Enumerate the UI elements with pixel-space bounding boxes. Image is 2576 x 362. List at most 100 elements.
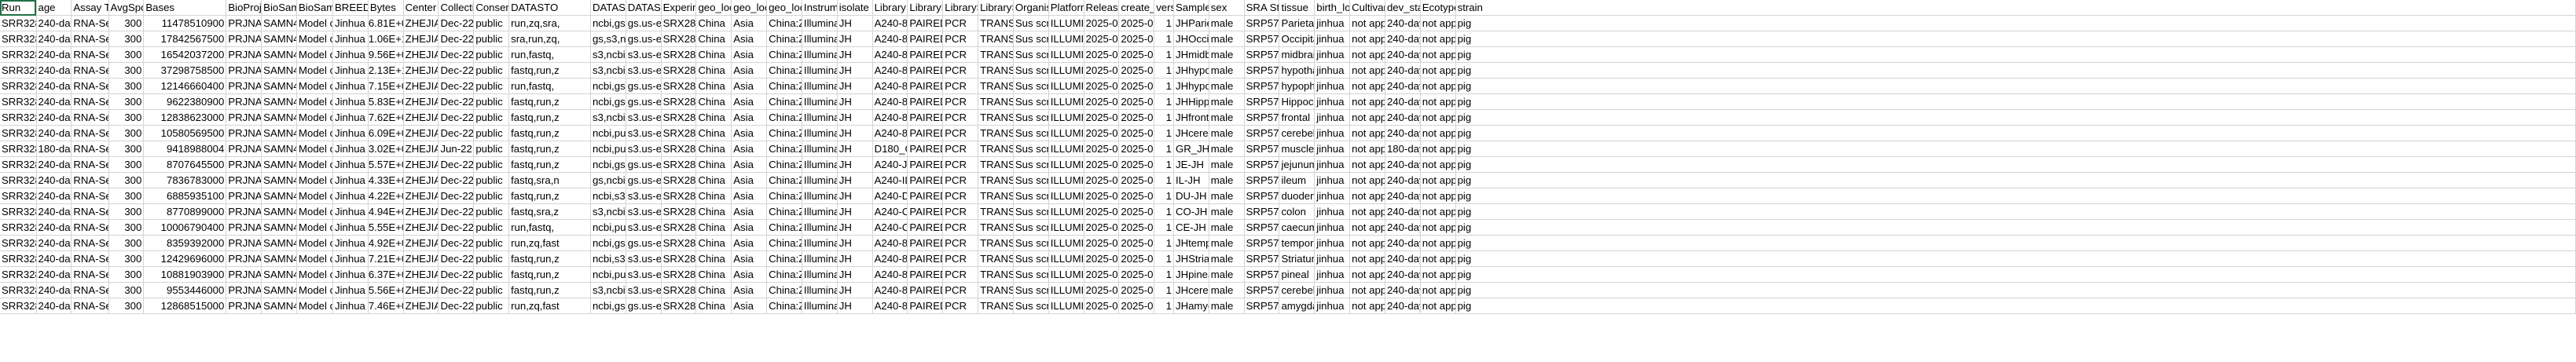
cell[interactable]: 8770899000 — [143, 203, 227, 220]
cell[interactable]: SRR32829 — [0, 93, 37, 110]
cell[interactable]: ILLUMINA — [1048, 172, 1084, 188]
cell[interactable]: 180-day — [36, 141, 72, 157]
cell[interactable]: Sus scrofa — [1013, 62, 1049, 79]
cell[interactable]: pig — [1455, 93, 2576, 110]
cell[interactable]: Model org — [296, 156, 333, 173]
cell[interactable]: SRX28113 — [661, 125, 697, 141]
cell[interactable]: SRX28113 — [661, 172, 697, 188]
cell[interactable]: China — [695, 62, 732, 79]
cell[interactable]: ZHEJIANG — [403, 188, 439, 204]
header-cell[interactable]: tissue — [1279, 0, 1316, 16]
cell[interactable]: Model org — [296, 62, 333, 79]
cell[interactable]: 7.21E+09 — [368, 250, 404, 267]
cell[interactable]: 240-day — [36, 250, 72, 267]
cell[interactable]: 2025-03-2 — [1084, 282, 1120, 298]
cell[interactable]: ileum — [1279, 172, 1316, 188]
header-cell[interactable]: Platform — [1048, 0, 1084, 16]
cell[interactable]: ZHEJIANG — [403, 219, 439, 236]
cell[interactable]: Dec-22 — [438, 219, 475, 236]
cell[interactable]: Asia — [731, 109, 768, 126]
cell[interactable]: 6.09E+09 — [368, 125, 404, 141]
cell[interactable]: 2025-03-2 — [1118, 15, 1155, 31]
cell[interactable]: JHmidbrai — [1173, 46, 1209, 63]
cell[interactable]: public — [473, 203, 510, 220]
cell[interactable]: Sus scrofa — [1013, 46, 1049, 63]
cell[interactable]: SRR32829 — [0, 78, 37, 94]
cell[interactable]: PRJNA123 — [226, 109, 262, 126]
cell[interactable]: A240-8-h — [872, 62, 908, 79]
cell[interactable]: male — [1209, 219, 1245, 236]
cell[interactable]: 37298758500 — [143, 62, 227, 79]
cell[interactable]: RNA-Seq — [71, 188, 109, 204]
cell[interactable]: 8707645500 — [143, 156, 227, 173]
cell[interactable]: SRX28113 — [661, 141, 697, 157]
cell[interactable]: public — [473, 282, 510, 298]
cell[interactable]: run,fastq, — [508, 46, 591, 63]
cell[interactable]: ZHEJIANG — [403, 93, 439, 110]
cell[interactable]: fastq,run,z — [508, 188, 591, 204]
cell[interactable]: 2025-03-2 — [1084, 250, 1120, 267]
cell[interactable]: ZHEJIANG — [403, 235, 439, 251]
cell[interactable]: Illumina H — [802, 156, 838, 173]
cell[interactable]: ILLUMINA — [1048, 250, 1084, 267]
cell[interactable]: SAMN475 — [261, 46, 297, 63]
cell[interactable]: Asia — [731, 188, 768, 204]
cell[interactable]: A240-8-H — [872, 93, 908, 110]
cell[interactable]: RNA-Seq — [71, 156, 109, 173]
cell[interactable]: SRP5725 — [1244, 219, 1280, 236]
cell[interactable]: China:Zhe — [766, 78, 802, 94]
cell[interactable]: gs.us-east — [626, 93, 662, 110]
cell[interactable]: TRANSCRI — [978, 31, 1014, 47]
cell[interactable]: Sus scrofa — [1013, 250, 1049, 267]
cell[interactable]: SAMN475 — [261, 109, 297, 126]
cell[interactable]: SRX28113 — [661, 31, 697, 47]
cell[interactable]: s3.us-east — [626, 266, 662, 283]
cell[interactable]: 300 — [108, 172, 145, 188]
cell[interactable]: SRP5725 — [1244, 31, 1280, 47]
cell[interactable]: PCR — [942, 156, 979, 173]
cell[interactable]: s3.us-east — [626, 250, 662, 267]
cell[interactable]: JH — [837, 46, 873, 63]
cell[interactable]: 9.56E+09 — [368, 46, 404, 63]
cell[interactable]: ILLUMINA — [1048, 235, 1084, 251]
cell[interactable]: pineal — [1279, 266, 1316, 283]
cell[interactable]: 12838623000 — [143, 109, 227, 126]
cell[interactable]: SAMN475 — [261, 298, 297, 314]
cell[interactable]: SRP5725 — [1244, 93, 1280, 110]
cell[interactable]: PRJNA123 — [226, 15, 262, 31]
cell[interactable]: Asia — [731, 172, 768, 188]
cell[interactable]: Illumina H — [802, 266, 838, 283]
cell[interactable]: ILLUMINA — [1048, 62, 1084, 79]
cell[interactable]: not applic — [1420, 203, 1456, 220]
cell[interactable]: China — [695, 282, 732, 298]
cell[interactable]: Sus scrofa — [1013, 219, 1049, 236]
cell[interactable]: SRP5725 — [1244, 15, 1280, 31]
header-cell[interactable]: Bytes — [368, 0, 404, 16]
cell[interactable]: 2025-03-2 — [1118, 219, 1155, 236]
cell[interactable]: China:Zhe — [766, 109, 802, 126]
cell[interactable]: ILLUMINA — [1048, 188, 1084, 204]
cell[interactable]: male — [1209, 203, 1245, 220]
cell[interactable]: Jinhua — [332, 203, 369, 220]
cell[interactable]: SRP5725 — [1244, 203, 1280, 220]
cell[interactable]: JHhypoph — [1173, 78, 1209, 94]
cell[interactable]: PCR — [942, 282, 979, 298]
cell[interactable]: 300 — [108, 203, 145, 220]
cell[interactable]: JH — [837, 156, 873, 173]
cell[interactable]: PRJNA123 — [226, 235, 262, 251]
cell[interactable]: male — [1209, 141, 1245, 157]
cell[interactable]: hypothala — [1279, 62, 1316, 79]
cell[interactable]: male — [1209, 93, 1245, 110]
cell[interactable]: JHtempor — [1173, 235, 1209, 251]
cell[interactable]: Sus scrofa — [1013, 172, 1049, 188]
cell[interactable]: jinhua — [1314, 125, 1351, 141]
cell[interactable]: not applic — [1420, 298, 1456, 314]
cell[interactable]: gs.us-east — [626, 31, 662, 47]
cell[interactable]: 240-day — [36, 266, 72, 283]
cell[interactable]: 300 — [108, 219, 145, 236]
cell[interactable]: Illumina H — [802, 298, 838, 314]
cell[interactable]: Illumina H — [802, 172, 838, 188]
cell[interactable]: JHOccipita — [1173, 31, 1209, 47]
cell[interactable]: pig — [1455, 266, 2576, 283]
cell[interactable]: TRANSCRI — [978, 282, 1014, 298]
